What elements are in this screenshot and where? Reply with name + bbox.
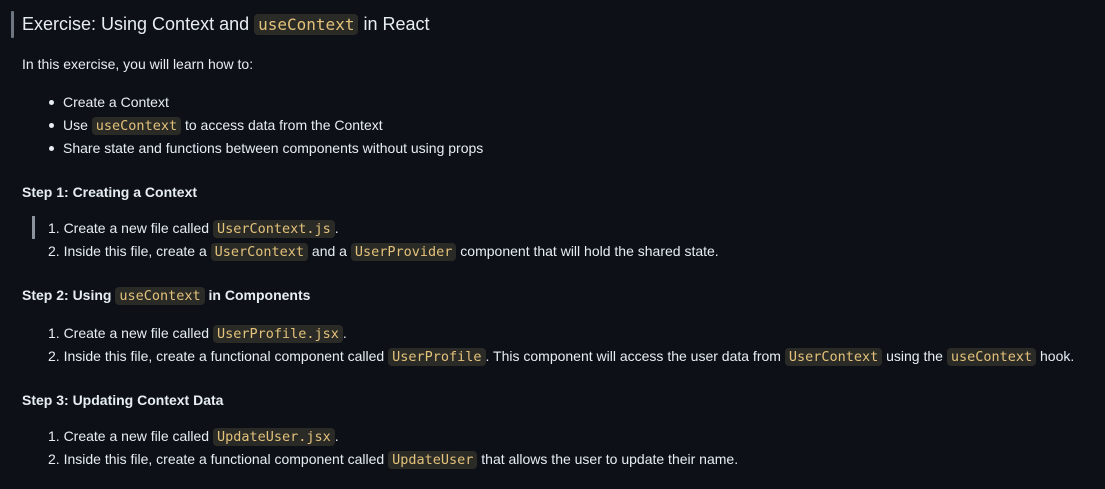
list-text: 2. Inside this file, create a functional… <box>48 451 389 467</box>
inline-code: UpdateUser.jsx <box>212 428 335 446</box>
list-text: 2. Inside this file, create a functional… <box>48 348 389 364</box>
inline-code: UserProvider <box>350 243 457 261</box>
inline-code: useContext <box>91 117 182 135</box>
intro-text: In this exercise, you will learn how to: <box>22 56 254 72</box>
bullet-dot <box>49 99 54 105</box>
title-prefix: Exercise: Using Context and <box>22 14 255 34</box>
list-text: hook. <box>1036 348 1075 364</box>
step2-item2: 2. Inside this file, create a functional… <box>48 346 1074 367</box>
list-text: 1. Create a new file called <box>48 220 213 236</box>
list-text: . This component will access the user da… <box>485 348 785 364</box>
inline-code: UpdateUser <box>388 451 478 469</box>
list-text: 1. Create a new file called <box>48 428 213 444</box>
inline-code: UserContext <box>210 243 309 261</box>
inline-code: UserProfile.jsx <box>212 325 343 343</box>
inline-code: useContext <box>115 287 205 305</box>
bullet-item: Create a Context <box>49 92 169 112</box>
list-text: . <box>334 428 339 444</box>
bullet-text: Use <box>63 117 92 133</box>
list-text: . <box>334 220 339 236</box>
cursor-marker <box>32 216 35 239</box>
list-text: using the <box>882 348 947 364</box>
bullet-text: to access data from the Context <box>181 117 383 133</box>
bullet-text: Create a Context <box>63 94 169 110</box>
list-text: 2. Inside this file, create a <box>48 243 211 259</box>
bullet-text: Share state and functions between compon… <box>63 140 484 156</box>
heading-text: in Components <box>204 287 311 303</box>
page-title: Exercise: Using Context and useContext i… <box>22 12 430 37</box>
step3-item2: 2. Inside this file, create a functional… <box>48 449 738 470</box>
inline-code: UserContext.js <box>212 220 335 238</box>
step3-item1: 1. Create a new file called UpdateUser.j… <box>48 426 339 447</box>
inline-code: UserContext <box>784 348 883 366</box>
inline-code: useContext <box>946 348 1037 366</box>
step2-item1: 1. Create a new file called UserProfile.… <box>48 323 347 344</box>
step1-heading: Step 1: Creating a Context <box>22 184 198 200</box>
list-text: . <box>342 325 347 341</box>
bullet-dot <box>49 122 54 128</box>
list-text: 1. Create a new file called <box>48 325 213 341</box>
list-text: component that will hold the shared stat… <box>456 243 719 259</box>
step2-heading: Step 2: Using useContext in Components <box>22 285 310 306</box>
title-suffix: in React <box>358 14 430 34</box>
markdown-preview: Exercise: Using Context and useContext i… <box>0 0 1105 489</box>
list-text: and a <box>308 243 351 259</box>
heading-text: Step 2: Using <box>22 287 116 303</box>
step1-item1: 1. Create a new file called UserContext.… <box>48 218 339 239</box>
heading-marker <box>11 11 14 38</box>
step3-heading: Step 3: Updating Context Data <box>22 392 224 408</box>
list-text: that allows the user to update their nam… <box>477 451 739 467</box>
title-code: useContext <box>254 14 359 35</box>
bullet-dot <box>49 145 54 151</box>
step1-item2: 2. Inside this file, create a UserContex… <box>48 241 719 262</box>
inline-code: UserProfile <box>388 348 486 366</box>
bullet-item: Share state and functions between compon… <box>49 138 483 158</box>
bullet-item: Use useContext to access data from the C… <box>49 115 383 136</box>
